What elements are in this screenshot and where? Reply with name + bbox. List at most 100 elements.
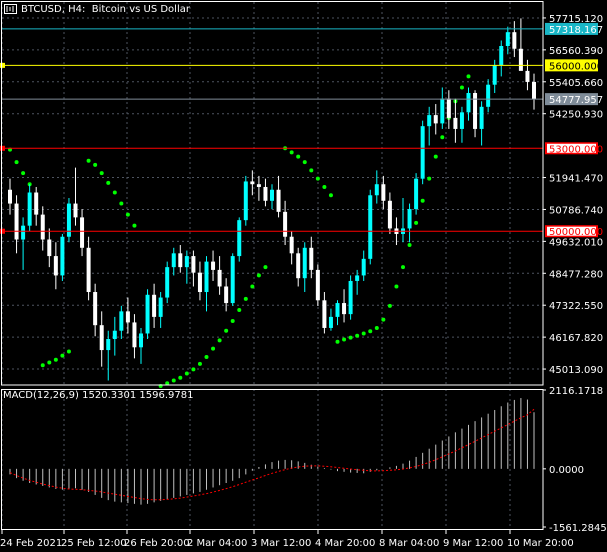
price-tick-label: 54250.930 <box>549 110 603 121</box>
time-tick-label: 25 Feb 12:00 <box>61 538 127 549</box>
sar-dot <box>374 325 379 330</box>
candle-body <box>479 106 484 129</box>
sar-dot <box>217 338 222 343</box>
candle-body <box>518 48 523 71</box>
candle-body <box>374 184 379 196</box>
sar-dot <box>381 317 386 322</box>
candle-body <box>283 211 288 237</box>
candle-body <box>342 303 347 315</box>
time-tick-label: 10 Mar 20:00 <box>507 538 574 549</box>
candle-body <box>158 297 163 317</box>
symbol-description: Bitcoin vs US Dollar <box>91 3 190 15</box>
sar-dot <box>433 154 438 159</box>
candle-body <box>152 294 157 317</box>
candle-body <box>532 81 536 100</box>
price-level-label: 54777.957 <box>549 95 603 106</box>
sar-dot <box>387 303 392 308</box>
candle-body <box>433 115 438 124</box>
sar-dot <box>335 339 340 344</box>
candlestick-series <box>8 18 536 381</box>
sar-dot <box>204 354 209 359</box>
sar-dot <box>132 223 137 228</box>
candle-body <box>361 258 366 276</box>
sar-dot <box>427 176 432 181</box>
sar-dot <box>21 171 26 176</box>
sar-dot <box>302 160 307 165</box>
candle-body <box>381 184 386 201</box>
sar-dot <box>348 335 353 340</box>
sar-dot <box>440 135 445 140</box>
candle-body <box>217 269 222 287</box>
sar-dot <box>40 363 45 368</box>
sar-dot <box>256 273 261 278</box>
price-tick-label: 48477.280 <box>549 269 603 280</box>
sar-dot <box>263 265 268 270</box>
sar-dot <box>361 331 366 336</box>
sar-dot <box>296 154 301 159</box>
candle-body <box>27 192 32 226</box>
candle-body <box>21 225 26 240</box>
symbol-name: BTCUSD <box>21 3 62 15</box>
candle-body <box>256 184 261 187</box>
chart-header: BTCUSD, H4: Bitcoin vs US Dollar <box>4 1 190 17</box>
candle-body <box>106 339 111 351</box>
candle-body <box>315 269 320 301</box>
candle-body <box>440 98 445 124</box>
sar-dot <box>125 212 130 217</box>
sar-dot <box>178 375 183 380</box>
sar-dot <box>401 265 405 270</box>
candle-body <box>60 236 65 276</box>
chart-canvas[interactable]: 57715.12056560.39055405.66054250.9305194… <box>0 0 607 552</box>
sar-dot <box>14 160 19 165</box>
sar-dot <box>119 201 124 206</box>
candle-body <box>302 247 307 279</box>
time-tick-label: 24 Feb 2021 <box>0 538 62 549</box>
price-tick-label: 50786.740 <box>549 205 603 216</box>
candle-body <box>453 117 458 129</box>
price-level-label: 53000.000 <box>549 144 603 155</box>
sar-dot <box>420 198 425 203</box>
candle-body <box>165 267 170 298</box>
candle-body <box>263 186 268 201</box>
sar-dot <box>355 333 360 338</box>
candle-body <box>322 300 327 328</box>
candle-body <box>459 112 464 129</box>
chart-icon <box>4 4 17 14</box>
candle-body <box>112 330 117 340</box>
level-handle[interactable] <box>0 62 5 68</box>
candle-body <box>14 203 19 240</box>
candle-body <box>250 181 255 185</box>
candle-body <box>99 325 104 351</box>
timeframe: H4 <box>68 3 82 15</box>
candle-body <box>47 239 52 257</box>
time-axis[interactable]: 24 Feb 202125 Feb 12:0026 Feb 20:002 Mar… <box>0 530 574 549</box>
price-tick-label: 47322.550 <box>549 301 603 312</box>
sar-dot <box>459 85 464 90</box>
candle-body <box>355 275 360 281</box>
level-handle[interactable] <box>0 228 5 234</box>
candle-body <box>224 286 229 304</box>
price-axis[interactable]: 57715.12056560.39055405.66054250.9305194… <box>543 14 603 376</box>
level-handle[interactable] <box>0 145 5 151</box>
sar-dot <box>230 319 235 324</box>
candle-body <box>119 311 124 331</box>
candle-body <box>486 84 491 107</box>
candle-body <box>525 70 530 82</box>
candle-body <box>335 303 340 317</box>
macd-indicator <box>9 398 535 505</box>
sar-dot <box>86 158 91 163</box>
candle-body <box>348 280 353 315</box>
price-tick-label: 45013.090 <box>549 365 603 376</box>
sar-dot <box>224 328 229 333</box>
time-tick-label: 4 Mar 20:00 <box>315 538 375 549</box>
macd-axis: 2116.1718 0.0000 -1561.2845 <box>543 386 607 534</box>
candle-body <box>368 195 373 259</box>
price-tick-label: 56560.390 <box>549 46 603 57</box>
candle-body <box>296 253 301 279</box>
candle-body <box>499 46 504 66</box>
candle-body <box>427 115 432 127</box>
time-tick-label: 2 Mar 04:00 <box>187 538 247 549</box>
sar-dot <box>171 378 176 383</box>
sar-dot <box>191 367 196 372</box>
candle-body <box>512 32 517 49</box>
